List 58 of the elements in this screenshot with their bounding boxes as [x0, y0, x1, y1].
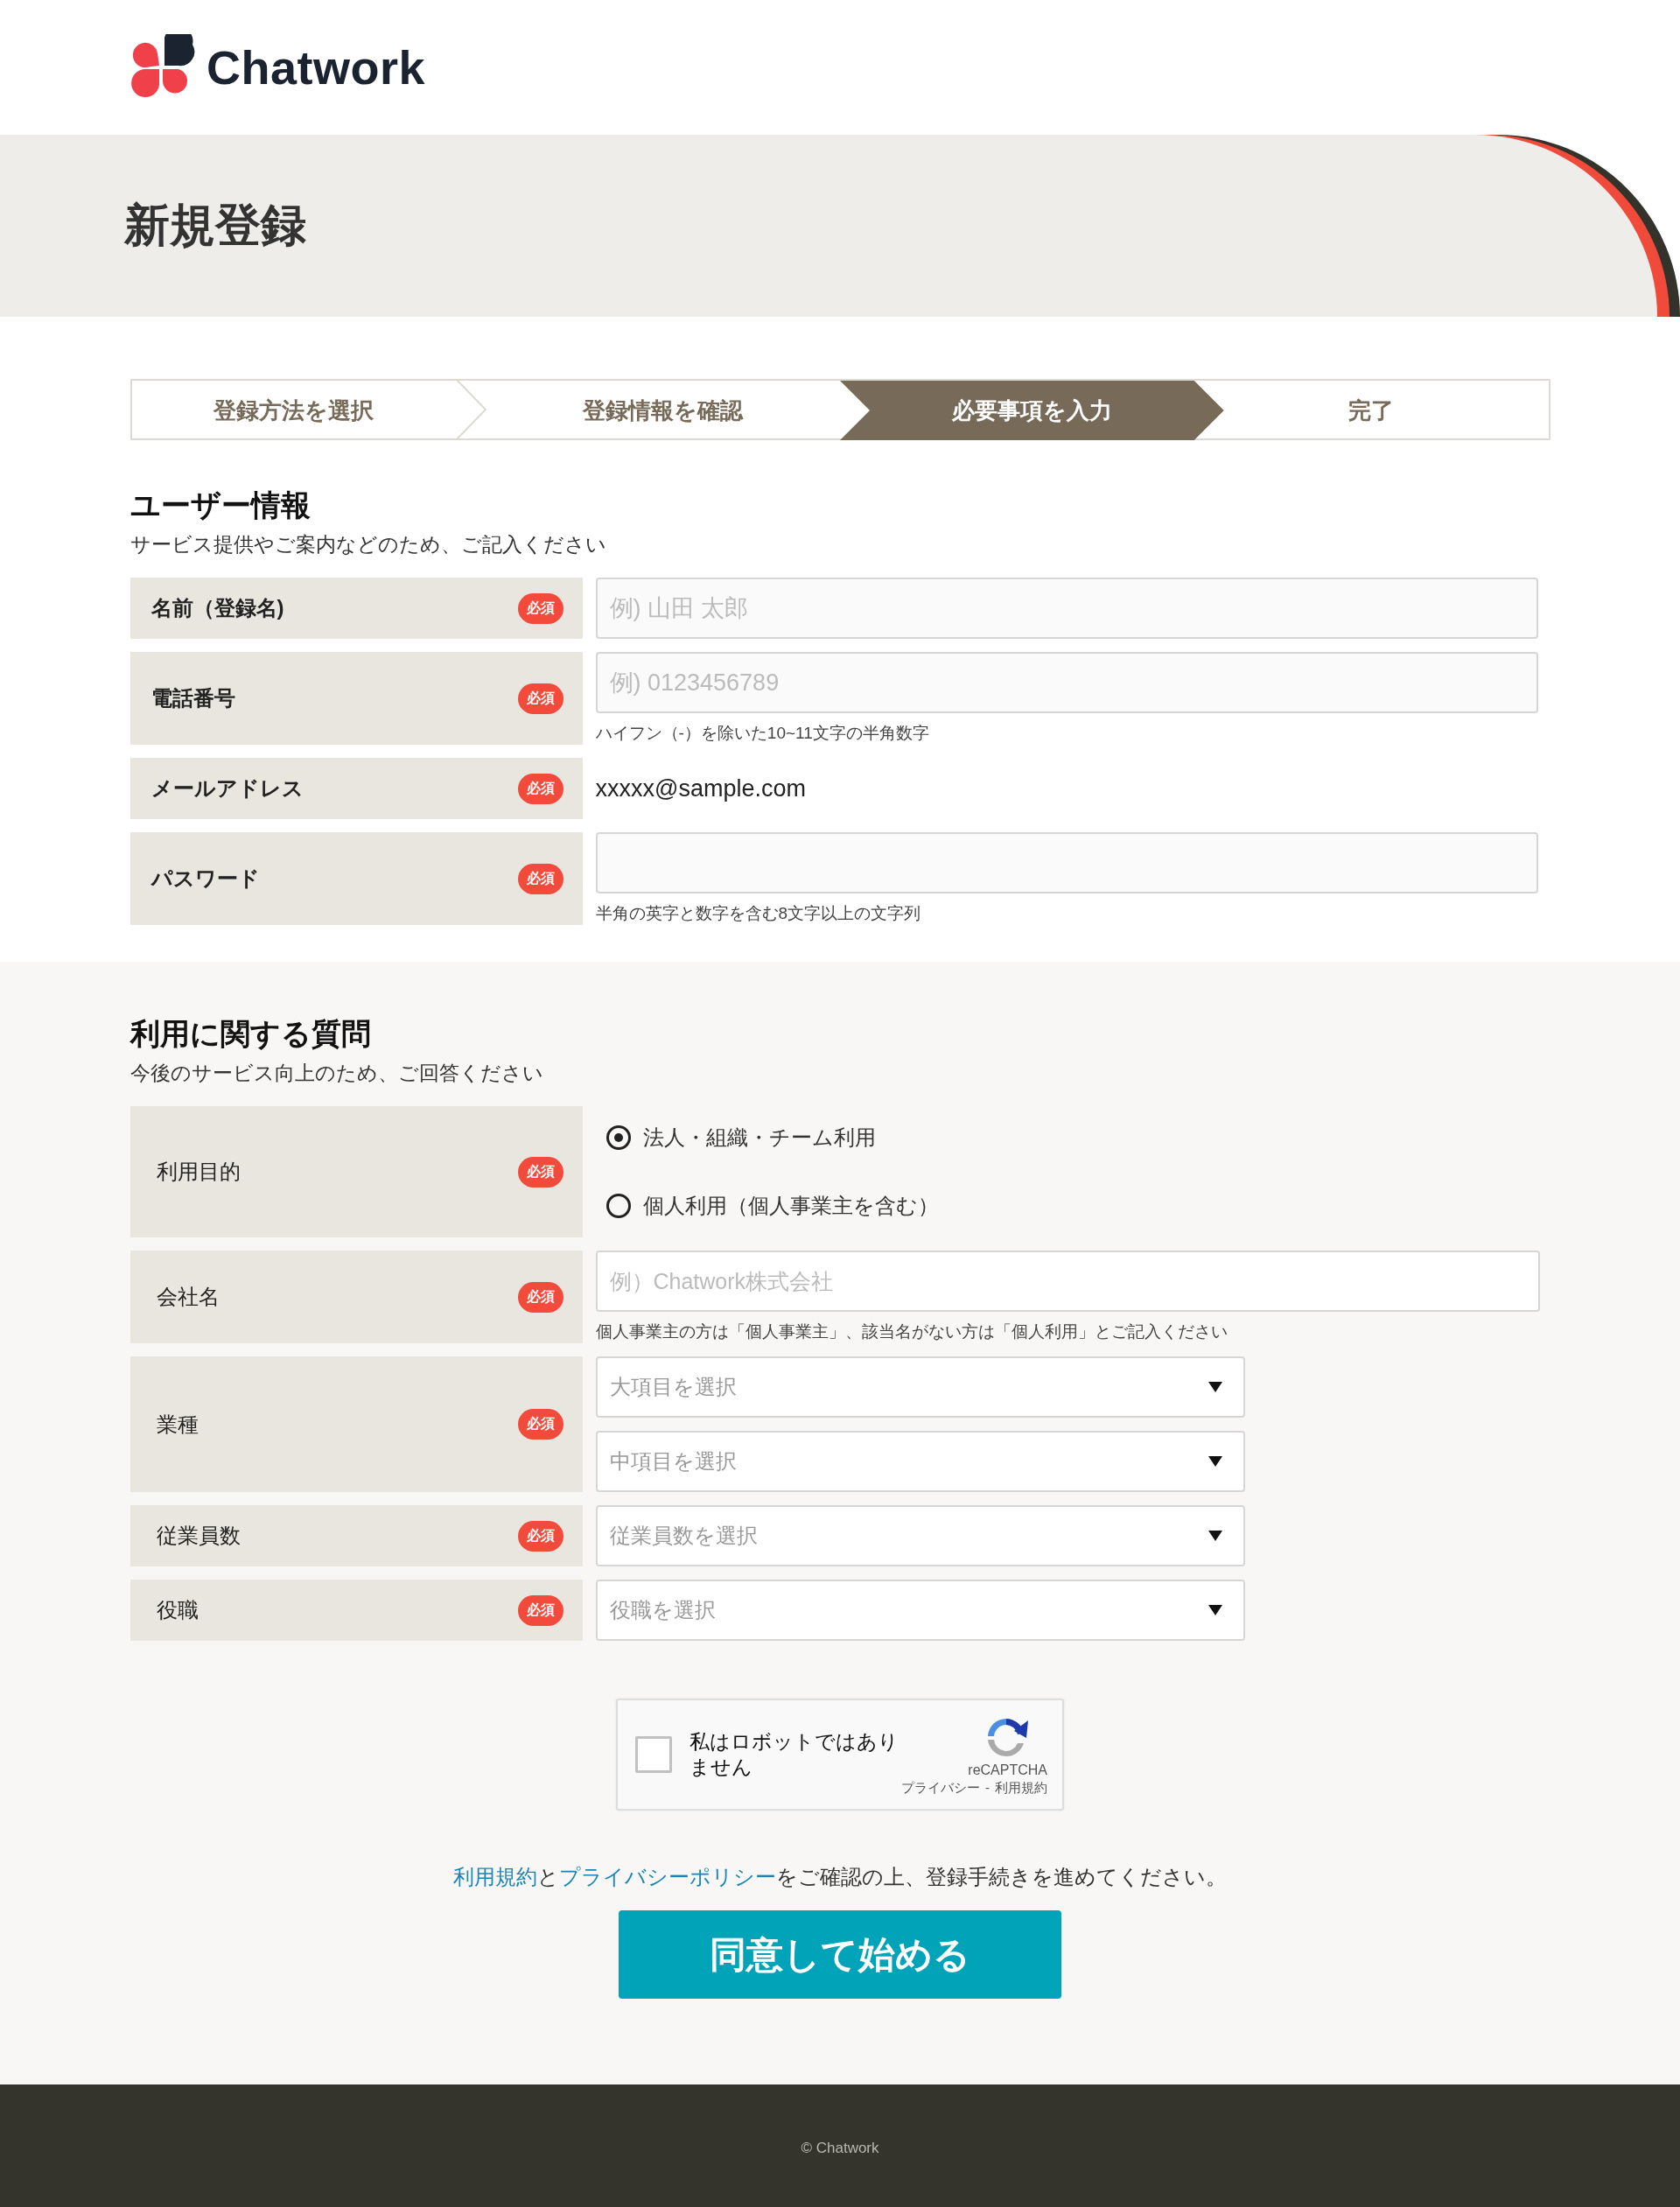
- caret-icon: [1208, 1382, 1222, 1392]
- field-label: パスワード: [150, 865, 260, 892]
- radio-button[interactable]: [606, 1125, 631, 1150]
- text-link[interactable]: プライバシーポリシー: [559, 1865, 776, 1888]
- link-separator: -: [985, 1779, 990, 1797]
- required-badge: 必須: [517, 863, 564, 894]
- dropdown[interactable]: 中項目を選択: [595, 1431, 1245, 1492]
- section-subtitle: サービス提供やご案内などのため、ご記入ください: [130, 532, 607, 557]
- field-label: 名前（登録名): [150, 595, 284, 621]
- checkbox-label: 私はロボットではありません: [690, 1729, 900, 1780]
- text-link[interactable]: 利用規約: [453, 1865, 537, 1888]
- copyright-text: © Chatwork: [801, 2139, 879, 2157]
- page-title: 新規登録: [124, 199, 306, 252]
- field-label: 利用目的: [156, 1159, 241, 1185]
- required-badge: 必須: [517, 1281, 564, 1313]
- section-title: 利用に関する質問: [130, 1016, 372, 1052]
- dropdown[interactable]: 従業員数を選択: [595, 1505, 1245, 1566]
- field-label: 役職: [156, 1597, 199, 1623]
- terms-link[interactable]: 利用規約: [995, 1779, 1047, 1797]
- required-badge: 必須: [517, 1594, 564, 1626]
- submit-button[interactable]: 同意して始める: [619, 1910, 1061, 1999]
- progress-step: 必要事項を入力: [840, 381, 1224, 440]
- radio-label: 個人利用（個人事業主を含む）: [642, 1193, 939, 1219]
- required-badge: 必須: [517, 592, 564, 624]
- recaptcha-brand: reCAPTCHA: [968, 1762, 1047, 1778]
- field-label: 業種: [156, 1411, 199, 1438]
- text-field[interactable]: 例）Chatwork株式会社: [595, 1251, 1540, 1312]
- email-value: xxxxx@sample.com: [595, 774, 806, 803]
- radio-button[interactable]: [606, 1194, 631, 1218]
- logo-text: Chatwork: [206, 40, 426, 95]
- caret-icon: [1208, 1456, 1222, 1467]
- progress-step: 登録情報を確認: [486, 381, 840, 440]
- required-badge: 必須: [517, 1520, 564, 1552]
- dropdown[interactable]: 大項目を選択: [595, 1356, 1245, 1418]
- field-hint: ハイフン（-）を除いた10~11文字の半角数字: [595, 723, 930, 744]
- dropdown[interactable]: 役職を選択: [595, 1580, 1245, 1641]
- caret-icon: [1208, 1605, 1222, 1615]
- field-label: 従業員数: [156, 1523, 241, 1549]
- caret-icon: [1208, 1531, 1222, 1541]
- field-hint: 個人事業主の方は「個人事業主」、該当名がない方は「個人利用」とご記入ください: [595, 1321, 1228, 1342]
- required-badge: 必須: [517, 773, 564, 804]
- field-label: 電話番号: [150, 685, 235, 711]
- radio-label: 法人・組織・チーム利用: [642, 1125, 876, 1151]
- field-label: メールアドレス: [150, 775, 304, 802]
- text-field[interactable]: 例) 0123456789: [595, 652, 1538, 713]
- required-badge: 必須: [517, 1409, 564, 1440]
- section-title: ユーザー情報: [130, 487, 312, 523]
- text-field[interactable]: 例) 山田 太郎: [595, 578, 1538, 639]
- field-hint: 半角の英字と数字を含む8文字以上の文字列: [595, 903, 922, 924]
- required-badge: 必須: [517, 683, 564, 714]
- checkbox[interactable]: [635, 1736, 672, 1773]
- required-badge: 必須: [517, 1156, 564, 1188]
- consent-text: 利用規約 と プライバシーポリシー をご確認の上、登録手続きを進めてください。: [452, 1864, 1228, 1890]
- password-field[interactable]: [595, 832, 1538, 893]
- field-label: 会社名: [156, 1284, 220, 1310]
- section-subtitle: 今後のサービス向上のため、ご回答ください: [130, 1061, 544, 1086]
- privacy-link[interactable]: プライバシー: [901, 1779, 980, 1797]
- progress-step: 登録方法を選択: [131, 381, 457, 440]
